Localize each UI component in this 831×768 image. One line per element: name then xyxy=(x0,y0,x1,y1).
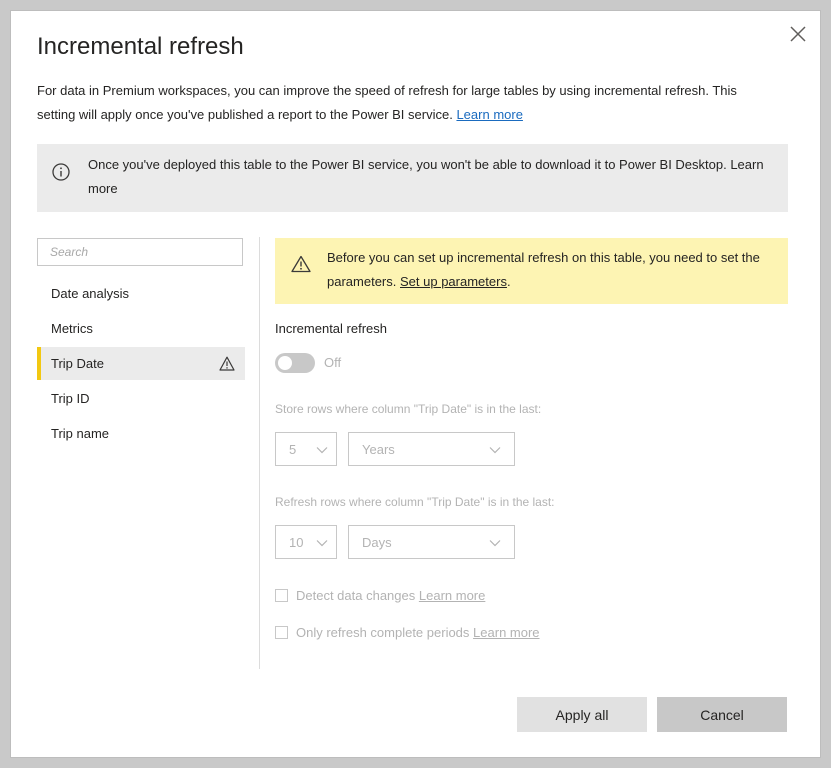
store-rows-label: Store rows where column "Trip Date" is i… xyxy=(275,402,542,416)
table-item-label: Date analysis xyxy=(51,286,130,301)
select-value: 5 xyxy=(289,442,297,457)
select-value: 10 xyxy=(289,535,304,550)
refresh-rows-label: Refresh rows where column "Trip Date" is… xyxy=(275,495,555,509)
dialog-description: For data in Premium workspaces, you can … xyxy=(37,79,777,127)
table-item-label: Trip Date xyxy=(51,356,104,371)
toggle-knob xyxy=(278,356,292,370)
dialog-title: Incremental refresh xyxy=(37,33,244,60)
set-up-parameters-link[interactable]: Set up parameters xyxy=(400,274,507,289)
toggle-state-label: Off xyxy=(324,355,342,370)
detect-data-changes-checkbox[interactable] xyxy=(275,589,288,602)
complete-periods-row: Only refresh complete periods Learn more xyxy=(275,625,540,640)
cancel-button[interactable]: Cancel xyxy=(657,697,787,732)
refresh-period-number-select[interactable]: 10 xyxy=(275,525,337,559)
table-item-label: Trip ID xyxy=(51,391,90,406)
chevron-down-icon xyxy=(316,540,328,547)
table-search-input[interactable] xyxy=(37,238,243,266)
description-learn-more-link[interactable]: Learn more xyxy=(456,107,522,122)
table-item-label: Trip name xyxy=(51,426,110,441)
complete-periods-checkbox[interactable] xyxy=(275,626,288,639)
warning-banner-text: Before you can set up incremental refres… xyxy=(327,246,777,294)
warning-icon xyxy=(291,255,311,273)
detect-data-changes-label: Detect data changes xyxy=(296,588,416,603)
close-button[interactable] xyxy=(787,23,809,45)
chevron-down-icon xyxy=(489,447,501,454)
table-item-date-analysis[interactable]: Date analysis xyxy=(37,277,245,310)
info-banner-text: Once you've deployed this table to the P… xyxy=(88,157,764,196)
info-banner: Once you've deployed this table to the P… xyxy=(37,144,788,212)
description-text: For data in Premium workspaces, you can … xyxy=(37,83,737,122)
close-icon xyxy=(790,26,806,42)
warning-icon xyxy=(219,356,235,371)
table-item-metrics[interactable]: Metrics xyxy=(37,312,245,345)
detect-learn-more-link[interactable]: Learn more xyxy=(419,588,485,603)
table-item-label: Metrics xyxy=(51,321,93,336)
warning-suffix: . xyxy=(506,274,511,289)
select-value: Days xyxy=(362,535,392,550)
warning-banner: Before you can set up incremental refres… xyxy=(275,238,788,304)
table-item-trip-date[interactable]: Trip Date xyxy=(37,347,245,380)
apply-all-button[interactable]: Apply all xyxy=(517,697,647,732)
incremental-refresh-toggle[interactable] xyxy=(275,353,315,373)
incremental-refresh-label: Incremental refresh xyxy=(275,321,387,336)
chevron-down-icon xyxy=(489,540,501,547)
refresh-period-unit-select[interactable]: Days xyxy=(348,525,515,559)
table-item-trip-id[interactable]: Trip ID xyxy=(37,382,245,415)
complete-learn-more-link[interactable]: Learn more xyxy=(473,625,539,640)
complete-periods-label: Only refresh complete periods xyxy=(296,625,470,640)
incremental-refresh-dialog: Incremental refresh For data in Premium … xyxy=(10,10,821,758)
panel-divider xyxy=(259,237,260,669)
table-list: Date analysis Metrics Trip Date Trip ID … xyxy=(37,277,245,452)
detect-data-changes-row: Detect data changes Learn more xyxy=(275,588,485,603)
store-period-unit-select[interactable]: Years xyxy=(348,432,515,466)
chevron-down-icon xyxy=(316,447,328,454)
table-item-trip-name[interactable]: Trip name xyxy=(37,417,245,450)
select-value: Years xyxy=(362,442,395,457)
warning-text: Before you can set up incremental refres… xyxy=(327,250,760,289)
store-period-number-select[interactable]: 5 xyxy=(275,432,337,466)
info-icon xyxy=(52,163,70,181)
